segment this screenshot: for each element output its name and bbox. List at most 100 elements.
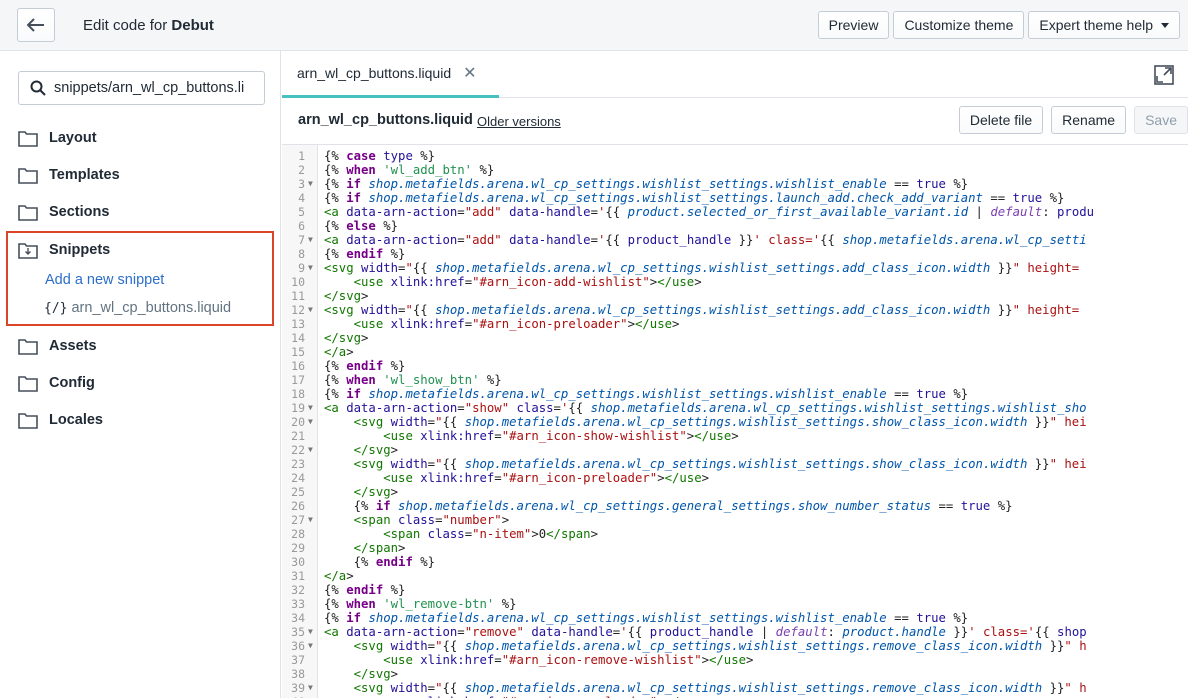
code-text: <use xlink:href="#arn_icon-preloader"></… xyxy=(383,471,710,485)
code-line[interactable]: 4 {% if shop.metafields.arena.wl_cp_setti… xyxy=(282,191,1188,205)
code-text: {% if shop.metafields.arena.wl_cp_settin… xyxy=(324,191,1065,205)
code-line[interactable]: 19 ▼ <a data-arn-action="show" class='{{ s… xyxy=(282,401,1188,415)
folder-label: Snippets xyxy=(49,242,111,258)
customize-theme-button[interactable]: Customize theme xyxy=(893,11,1025,39)
fold-arrow-icon[interactable]: ▼ xyxy=(308,681,313,695)
folder-locales[interactable]: Locales xyxy=(18,408,103,432)
code-line[interactable]: 22 ▼ </svg> xyxy=(282,443,1188,457)
code-line[interactable]: 18 {% if shop.metafields.arena.wl_cp_sett… xyxy=(282,387,1188,401)
folder-icon xyxy=(18,167,38,184)
code-line[interactable]: 31 </a> xyxy=(282,569,1188,583)
code-line[interactable]: 5 <a data-arn-action="add" data-handle='{… xyxy=(282,205,1188,219)
line-number: 18 xyxy=(291,387,305,401)
folder-config[interactable]: Config xyxy=(18,371,95,395)
fold-arrow-icon[interactable]: ▼ xyxy=(308,261,313,275)
add-snippet-link[interactable]: Add a new snippet xyxy=(45,272,164,288)
fold-arrow-icon[interactable]: ▼ xyxy=(308,513,313,527)
code-line[interactable]: 7 ▼ <a data-arn-action="add" data-handle='… xyxy=(282,233,1188,247)
code-line[interactable]: 25 </svg> xyxy=(282,485,1188,499)
code-line[interactable]: 27 ▼ <span class="number"> xyxy=(282,513,1188,527)
fold-arrow-icon[interactable]: ▼ xyxy=(308,303,313,317)
code-text: {% if shop.metafields.arena.wl_cp_settin… xyxy=(324,611,969,625)
code-line[interactable]: 33 {% when 'wl_remove-btn' %} xyxy=(282,597,1188,611)
code-text: </svg> xyxy=(353,443,399,457)
save-button[interactable]: Save xyxy=(1134,106,1188,134)
code-line[interactable]: 23 <svg width="{{ shop.metafields.arena.… xyxy=(282,457,1188,471)
code-text: {% case type %} xyxy=(324,149,436,163)
code-line[interactable]: 26 {% if shop.metafields.arena.wl_cp_set… xyxy=(282,499,1188,513)
code-line[interactable]: 13 <use xlink:href="#arn_icon-preloader"… xyxy=(282,317,1188,331)
code-line[interactable]: 16 {% endif %} xyxy=(282,359,1188,373)
code-line[interactable]: 28 <span class="n-item">0</span> xyxy=(282,527,1188,541)
code-text: <svg width="{{ shop.metafields.arena.wl_… xyxy=(353,639,1087,653)
code-text: {% endif %} xyxy=(324,583,406,597)
folder-assets[interactable]: Assets xyxy=(18,334,97,358)
code-area[interactable]: 1 {% case type %} 2 {% when 'wl_add_btn' %}… xyxy=(282,144,1188,698)
line-number: 5 xyxy=(298,205,305,219)
tab-file[interactable]: arn_wl_cp_buttons.liquid ✕ xyxy=(282,51,499,98)
fold-arrow-icon[interactable]: ▼ xyxy=(308,443,313,457)
code-line[interactable]: 14 </svg> xyxy=(282,331,1188,345)
code-line[interactable]: 15 </a> xyxy=(282,345,1188,359)
delete-file-button[interactable]: Delete file xyxy=(958,106,1044,134)
older-versions-link[interactable]: Older versions xyxy=(477,114,561,129)
code-line[interactable]: 11 </svg> xyxy=(282,289,1188,303)
code-line[interactable]: 32 {% endif %} xyxy=(282,583,1188,597)
snippet-file-item[interactable]: {/} arn_wl_cp_buttons.liquid xyxy=(44,300,231,316)
code-line[interactable]: 29 </span> xyxy=(282,541,1188,555)
code-line[interactable]: 38 </svg> xyxy=(282,667,1188,681)
code-line[interactable]: 30 {% endif %} xyxy=(282,555,1188,569)
code-line[interactable]: 9 ▼ <svg width="{{ shop.metafields.arena.w… xyxy=(282,261,1188,275)
folder-templates[interactable]: Templates xyxy=(18,163,120,187)
code-line[interactable]: 8 {% endif %} xyxy=(282,247,1188,261)
file-search-input[interactable]: snippets/arn_wl_cp_buttons.li xyxy=(18,71,265,105)
code-line[interactable]: 6 {% else %} xyxy=(282,219,1188,233)
code-line[interactable]: 17 {% when 'wl_show_btn' %} xyxy=(282,373,1188,387)
line-number: 9 xyxy=(298,261,305,275)
folder-snippets[interactable]: Snippets xyxy=(18,238,110,262)
fold-arrow-icon[interactable]: ▼ xyxy=(308,177,313,191)
delete-label: Delete file xyxy=(969,112,1033,128)
folder-icon xyxy=(18,204,38,221)
expand-icon[interactable] xyxy=(1154,65,1174,85)
line-number: 12 xyxy=(291,303,305,317)
code-line[interactable]: 37 <use xlink:href="#arn_icon-remove-wis… xyxy=(282,653,1188,667)
code-text: <span class="number"> xyxy=(353,513,510,527)
code-line[interactable]: 21 <use xlink:href="#arn_icon-show-wishl… xyxy=(282,429,1188,443)
code-text: <a data-arn-action="add" data-handle='{{… xyxy=(324,233,1087,247)
code-text: </span> xyxy=(353,541,406,555)
fold-arrow-icon[interactable]: ▼ xyxy=(308,401,313,415)
code-line[interactable]: 36 ▼ <svg width="{{ shop.metafields.arena… xyxy=(282,639,1188,653)
fold-arrow-icon[interactable]: ▼ xyxy=(308,639,313,653)
code-line[interactable]: 2 {% when 'wl_add_btn' %} xyxy=(282,163,1188,177)
code-line[interactable]: 20 ▼ <svg width="{{ shop.metafields.arena… xyxy=(282,415,1188,429)
code-text: </a> xyxy=(324,345,354,359)
code-line[interactable]: 24 <use xlink:href="#arn_icon-preloader"… xyxy=(282,471,1188,485)
code-text: <span class="n-item">0</span> xyxy=(383,527,598,541)
code-line[interactable]: 39 ▼ <svg width="{{ shop.metafields.arena… xyxy=(282,681,1188,695)
code-text: </a> xyxy=(324,569,354,583)
folder-sections[interactable]: Sections xyxy=(18,200,109,224)
line-number: 29 xyxy=(291,541,305,555)
back-button[interactable] xyxy=(17,8,55,42)
folder-icon xyxy=(18,375,38,392)
folder-layout[interactable]: Layout xyxy=(18,126,97,150)
line-number: 37 xyxy=(291,653,305,667)
preview-button[interactable]: Preview xyxy=(817,11,890,39)
line-number: 11 xyxy=(291,289,305,303)
line-number: 10 xyxy=(291,275,305,289)
rename-button[interactable]: Rename xyxy=(1051,106,1127,134)
code-line[interactable]: 1 {% case type %} xyxy=(282,149,1188,163)
code-line[interactable]: 35 ▼ <a data-arn-action="remove" data-hand… xyxy=(282,625,1188,639)
fold-arrow-icon[interactable]: ▼ xyxy=(308,415,313,429)
code-line[interactable]: 10 <use xlink:href="#arn_icon-add-wishli… xyxy=(282,275,1188,289)
code-text: {% if shop.metafields.arena.wl_cp_settin… xyxy=(324,499,1013,513)
search-value: snippets/arn_wl_cp_buttons.li xyxy=(54,80,245,96)
code-line[interactable]: 34 {% if shop.metafields.arena.wl_cp_sett… xyxy=(282,611,1188,625)
fold-arrow-icon[interactable]: ▼ xyxy=(308,625,313,639)
expert-help-button[interactable]: Expert theme help xyxy=(1028,11,1180,39)
code-line[interactable]: 3 ▼ {% if shop.metafields.arena.wl_cp_sett… xyxy=(282,177,1188,191)
code-line[interactable]: 12 ▼ <svg width="{{ shop.metafields.arena.… xyxy=(282,303,1188,317)
fold-arrow-icon[interactable]: ▼ xyxy=(308,233,313,247)
close-icon[interactable]: ✕ xyxy=(463,63,476,83)
